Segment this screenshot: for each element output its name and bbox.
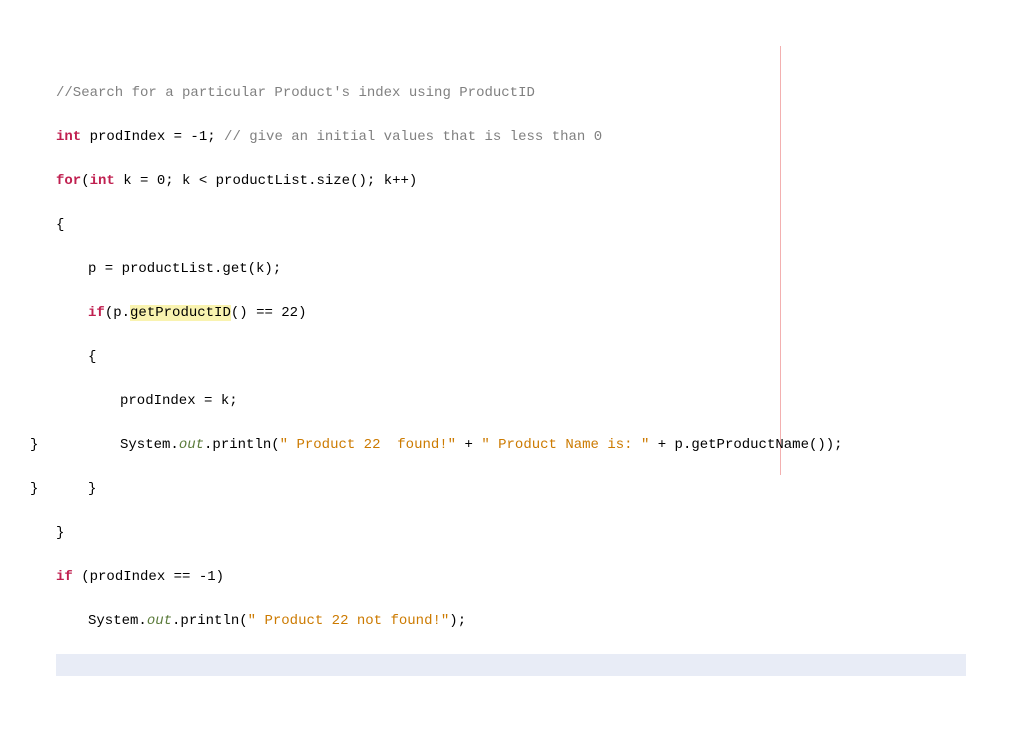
code-line: if (prodIndex == -1) bbox=[56, 566, 966, 588]
punct: ( bbox=[81, 173, 89, 189]
string-literal: " Product 22 not found!" bbox=[248, 613, 450, 629]
code-text: prodIndex = k; bbox=[120, 393, 238, 409]
code-line: prodIndex = k; bbox=[56, 390, 966, 412]
brace-close: } bbox=[30, 481, 38, 497]
comment: // give an initial values that is less t… bbox=[224, 129, 602, 145]
code-line: System.out.println(" Product 22 not foun… bbox=[56, 610, 966, 632]
code-text: p = productList.get(k); bbox=[88, 261, 281, 277]
code-text: () == 22) bbox=[231, 305, 307, 321]
code-line: } bbox=[56, 522, 966, 544]
keyword-if: if bbox=[88, 305, 105, 321]
static-ref: out bbox=[147, 613, 172, 629]
brace-open: { bbox=[56, 217, 64, 233]
code-line: { bbox=[56, 214, 966, 236]
keyword-int: int bbox=[56, 129, 81, 145]
code-line: } bbox=[30, 478, 940, 500]
code-text: k = 0; k < productList.size(); k++) bbox=[115, 173, 417, 189]
method-call: .println( bbox=[172, 613, 248, 629]
brace-close: } bbox=[30, 437, 38, 453]
code-editor: //Search for a particular Product's inde… bbox=[56, 60, 966, 742]
blank-line bbox=[56, 698, 966, 720]
comment: //Search for a particular Product's inde… bbox=[56, 85, 535, 101]
keyword-int: int bbox=[90, 173, 115, 189]
brace-open: { bbox=[88, 349, 96, 365]
closing-braces: } } bbox=[30, 412, 940, 522]
code-line: //Search for a particular Product's inde… bbox=[56, 82, 966, 104]
code-line: for(int k = 0; k < productList.size(); k… bbox=[56, 170, 966, 192]
keyword-if: if bbox=[56, 569, 73, 585]
code-text: System. bbox=[88, 613, 147, 629]
code-text: ); bbox=[449, 613, 466, 629]
code-text: (p. bbox=[105, 305, 130, 321]
blank-line bbox=[56, 654, 966, 676]
keyword-for: for bbox=[56, 173, 81, 189]
code-line: int prodIndex = -1; // give an initial v… bbox=[56, 126, 966, 148]
highlight-method: getProductID bbox=[130, 305, 231, 321]
code-text: (prodIndex == -1) bbox=[73, 569, 224, 585]
code-line: } bbox=[30, 434, 940, 456]
code-line: { bbox=[56, 346, 966, 368]
code-line: if(p.getProductID() == 22) bbox=[56, 302, 966, 324]
identifier: prodIndex = -1; bbox=[81, 129, 224, 145]
code-line: p = productList.get(k); bbox=[56, 258, 966, 280]
brace-close: } bbox=[56, 525, 64, 541]
